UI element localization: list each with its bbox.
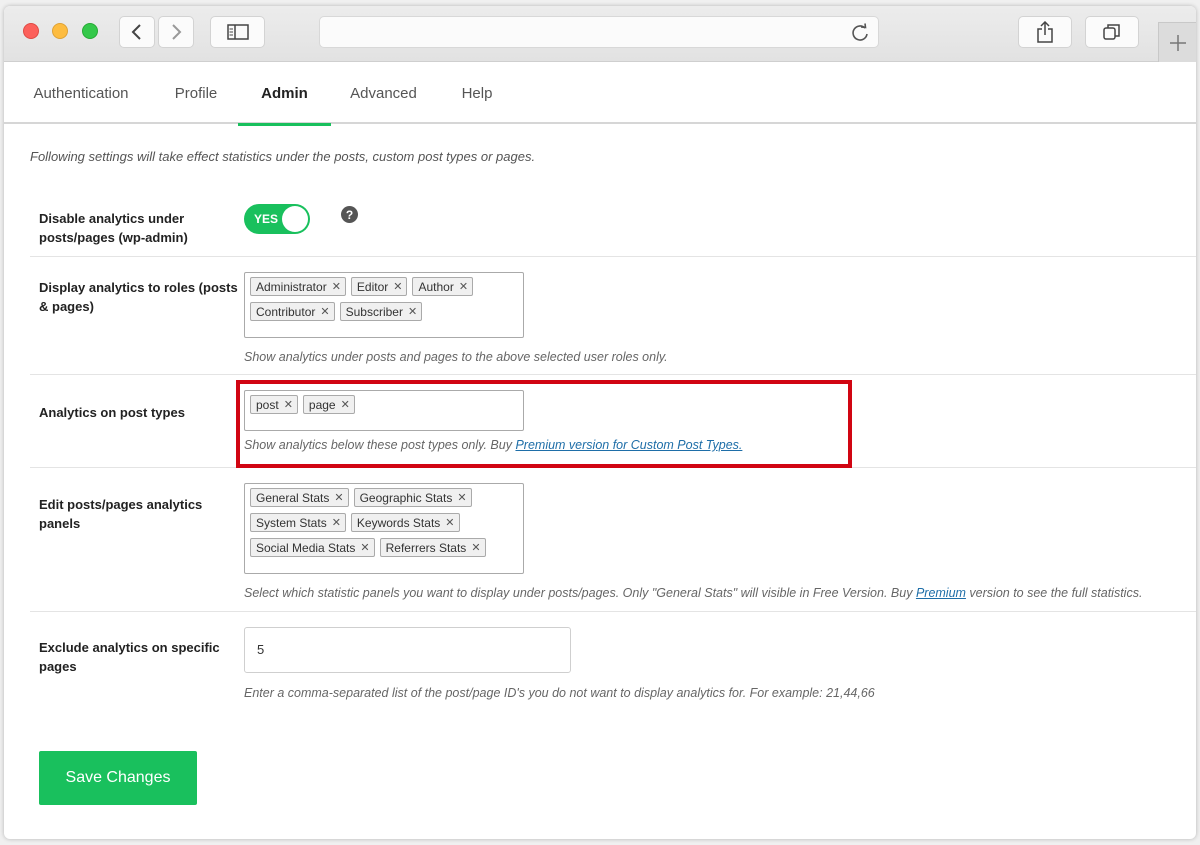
remove-tag-icon[interactable]: ✕	[332, 516, 341, 529]
analytics-panels-row: Edit posts/pages analytics panels Genera…	[30, 468, 1196, 612]
forward-button[interactable]	[158, 16, 194, 48]
browser-window: Authentication Profile Admin Advanced He…	[4, 6, 1196, 839]
tab-profile[interactable]: Profile	[166, 62, 226, 124]
zoom-window-button[interactable]	[82, 23, 98, 39]
exclude-pages-label: Exclude analytics on specific pages	[39, 640, 220, 674]
disable-analytics-toggle[interactable]: YES	[244, 204, 310, 234]
exclude-pages-input[interactable]: 5	[244, 627, 571, 673]
close-window-button[interactable]	[23, 23, 39, 39]
reload-icon[interactable]	[850, 23, 870, 43]
remove-tag-icon[interactable]: ✕	[332, 280, 341, 293]
tag-referrers-stats: Referrers Stats ✕	[379, 538, 486, 557]
chevron-left-icon	[131, 24, 141, 40]
remove-tag-icon[interactable]: ✕	[334, 491, 343, 504]
tag-geographic-stats: Geographic Stats ✕	[353, 488, 472, 507]
tag-editor: Editor ✕	[350, 277, 408, 296]
remove-tag-icon[interactable]: ✕	[445, 516, 454, 529]
sidebar-toggle-button[interactable]	[210, 16, 265, 48]
chevron-right-icon	[172, 24, 182, 40]
exclude-pages-description: Enter a comma-separated list of the post…	[244, 686, 875, 700]
tag-subscriber: Subscriber ✕	[339, 302, 423, 321]
tab-admin[interactable]: Admin	[238, 62, 331, 126]
tag-author: Author ✕	[412, 277, 474, 296]
share-button[interactable]	[1018, 16, 1072, 48]
tab-help[interactable]: Help	[456, 62, 498, 124]
remove-tag-icon[interactable]: ✕	[408, 305, 417, 318]
exclude-pages-row: Exclude analytics on specific pages 5 En…	[30, 612, 1196, 712]
share-icon	[1037, 21, 1053, 43]
highlight-box	[236, 380, 852, 468]
remove-tag-icon[interactable]: ✕	[459, 280, 468, 293]
tab-overview-button[interactable]	[1085, 16, 1139, 48]
tag-social-media-stats: Social Media Stats ✕	[250, 538, 375, 557]
post-types-label: Analytics on post types	[39, 405, 185, 420]
disable-analytics-label: Disable analytics under posts/pages (wp-…	[39, 211, 188, 245]
tabs-icon	[1103, 24, 1120, 40]
remove-tag-icon[interactable]: ✕	[471, 541, 480, 554]
intro-text: Following settings will take effect stat…	[30, 149, 536, 164]
toggle-state-text: YES	[254, 212, 279, 226]
remove-tag-icon[interactable]: ✕	[360, 541, 369, 554]
help-icon[interactable]: ?	[341, 206, 358, 223]
toggle-knob	[282, 206, 308, 232]
tag-contributor: Contributor ✕	[250, 302, 335, 321]
tab-authentication[interactable]: Authentication	[26, 62, 136, 124]
plus-icon	[1169, 34, 1186, 51]
settings-tabs: Authentication Profile Admin Advanced He…	[4, 62, 1196, 126]
tag-general-stats: General Stats ✕	[250, 488, 349, 507]
roles-description: Show analytics under posts and pages to …	[244, 350, 668, 364]
save-changes-button[interactable]: Save Changes	[39, 751, 197, 805]
analytics-panels-select[interactable]: General Stats ✕ Geographic Stats ✕ System …	[244, 483, 524, 574]
premium-link[interactable]: Premium	[916, 586, 966, 600]
minimize-window-button[interactable]	[52, 23, 68, 39]
roles-select[interactable]: Administrator ✕ Editor ✕ Author ✕ Contribut…	[244, 272, 524, 338]
remove-tag-icon[interactable]: ✕	[393, 280, 402, 293]
tag-keywords-stats: Keywords Stats ✕	[350, 513, 460, 532]
remove-tag-icon[interactable]: ✕	[320, 305, 329, 318]
new-tab-button[interactable]	[1158, 22, 1196, 62]
remove-tag-icon[interactable]: ✕	[457, 491, 466, 504]
sidebar-icon	[226, 24, 249, 40]
display-roles-label: Display analytics to roles (posts & page…	[39, 280, 238, 314]
tag-system-stats: System Stats ✕	[250, 513, 346, 532]
display-roles-row: Display analytics to roles (posts & page…	[30, 257, 1196, 375]
analytics-panels-label: Edit posts/pages analytics panels	[39, 497, 203, 531]
disable-analytics-row: Disable analytics under posts/pages (wp-…	[30, 192, 1196, 257]
panels-description: Select which statistic panels you want t…	[244, 586, 1143, 600]
address-bar[interactable]	[319, 16, 879, 48]
tab-advanced[interactable]: Advanced	[346, 62, 421, 124]
tag-administrator: Administrator ✕	[250, 277, 346, 296]
back-button[interactable]	[119, 16, 155, 48]
browser-toolbar	[4, 6, 1196, 62]
